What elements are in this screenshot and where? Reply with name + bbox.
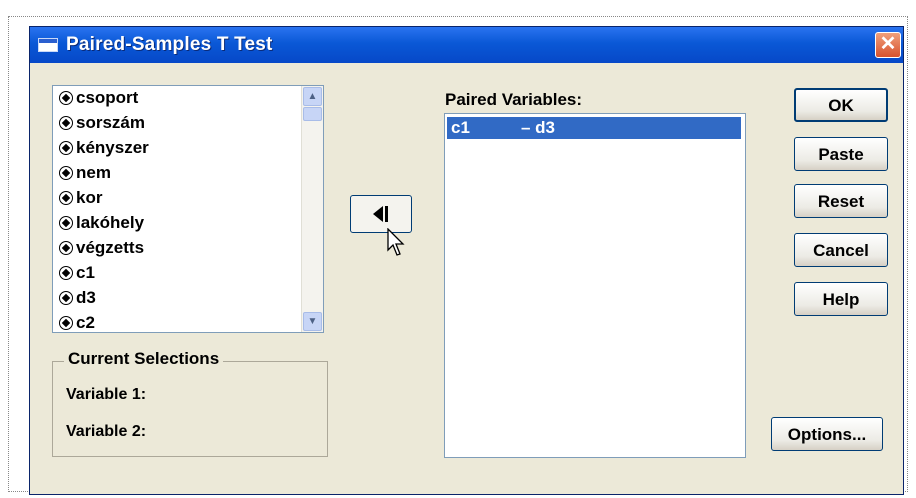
variable-icon [59, 266, 73, 280]
list-item[interactable]: csoport [59, 88, 138, 113]
current-selections-group [52, 361, 328, 457]
scroll-down-icon[interactable]: ▼ [303, 312, 322, 331]
window-icon [38, 38, 58, 52]
list-item-label: d3 [76, 288, 96, 307]
scroll-up-icon[interactable]: ▲ [303, 87, 322, 106]
list-item-label: végzetts [76, 238, 145, 257]
list-item[interactable]: lakóhely [59, 213, 144, 238]
options-button[interactable]: Options... [771, 417, 883, 451]
variable-icon [59, 191, 73, 205]
table-row[interactable]: c1 – d3 [447, 117, 741, 139]
window-title: Paired-Samples T Test [66, 34, 273, 55]
list-item[interactable]: kor [59, 188, 102, 213]
pair-variable-2: – d3 [521, 118, 556, 137]
list-item-label: lakóhely [76, 213, 145, 232]
variable-icon [59, 291, 73, 305]
variable-icon [59, 316, 73, 330]
variable-icon [59, 141, 73, 155]
help-button[interactable]: Help [794, 282, 888, 316]
list-item[interactable]: kényszer [59, 138, 149, 163]
scroll-thumb[interactable] [303, 107, 322, 121]
paste-button[interactable]: Paste [794, 137, 888, 171]
variable-icon [59, 216, 73, 230]
variable-icon [59, 116, 73, 130]
list-item[interactable]: d3 [59, 288, 96, 313]
variable-2-label: Variable 2: [66, 423, 147, 440]
list-item-label: csoport [76, 88, 139, 107]
list-item[interactable]: nem [59, 163, 111, 188]
close-button[interactable]: ✕ [875, 32, 901, 58]
ok-button[interactable]: OK [794, 88, 888, 122]
list-item-label: kényszer [76, 138, 149, 157]
reset-button[interactable]: Reset [794, 184, 888, 218]
variable-icon [59, 241, 73, 255]
current-selections-label: Current Selections [64, 349, 224, 369]
variable-1-label: Variable 1: [66, 386, 147, 403]
list-item[interactable]: sorszám [59, 113, 145, 138]
list-item[interactable]: végzetts [59, 238, 144, 263]
list-item[interactable]: c2 [59, 313, 95, 332]
list-item[interactable]: c1 [59, 263, 95, 288]
variable-list[interactable]: csoport sorszám kényszer nem kor lakóhel… [52, 85, 324, 333]
list-item-label: nem [76, 163, 111, 182]
mouse-pointer-icon [387, 228, 405, 256]
list-item-label: c2 [76, 313, 95, 332]
pair-variable-1: c1 [451, 118, 470, 137]
list-scrollbar[interactable]: ▲ ▼ [301, 86, 323, 332]
list-item-label: kor [76, 188, 103, 207]
variable-icon [59, 166, 73, 180]
paired-variables-list[interactable]: c1 – d3 [444, 113, 746, 458]
title-bar[interactable]: Paired-Samples T Test ✕ [30, 27, 903, 63]
paired-variables-label: Paired Variables: [445, 90, 583, 109]
list-item-label: c1 [76, 263, 95, 282]
variable-icon [59, 91, 73, 105]
left-arrow-icon [373, 206, 383, 222]
cancel-button[interactable]: Cancel [794, 233, 888, 267]
arrow-bar-icon [385, 206, 388, 222]
list-item-label: sorszám [76, 113, 145, 132]
dialog-window: Paired-Samples T Test ✕ csoport sorszám … [29, 26, 904, 495]
